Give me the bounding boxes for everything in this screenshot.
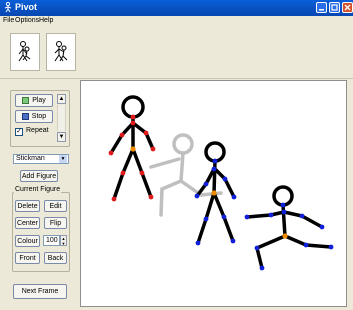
animation-canvas[interactable] bbox=[80, 80, 347, 307]
current-figure-label: Current Figure bbox=[14, 186, 62, 193]
edit-button[interactable]: Edit bbox=[44, 200, 67, 212]
dropdown-arrow-icon: ▼ bbox=[59, 155, 67, 163]
window-border bbox=[347, 80, 353, 310]
repeat-checkbox[interactable]: ✓ bbox=[15, 128, 23, 136]
stop-button[interactable]: Stop bbox=[15, 110, 53, 123]
minimize-icon bbox=[319, 9, 324, 11]
play-button[interactable]: Play bbox=[15, 94, 53, 107]
control-panel: Play Stop ✓ Repeat ▲ ▼ Stickman ▼ Add Fi… bbox=[0, 80, 78, 310]
window-title: Pivot bbox=[15, 2, 38, 12]
next-frame-button[interactable]: Next Frame bbox=[13, 284, 67, 299]
stop-label: Stop bbox=[31, 113, 47, 120]
menu-file[interactable]: File bbox=[3, 17, 14, 24]
frame-preview bbox=[18, 41, 31, 62]
speed-scroll-track[interactable] bbox=[57, 105, 66, 131]
colour-spinner[interactable]: ▲ ▼ bbox=[60, 235, 67, 246]
menu-help[interactable]: Help bbox=[39, 17, 53, 24]
close-button[interactable] bbox=[342, 2, 353, 13]
menu-bar: File Options Help bbox=[0, 16, 353, 28]
colour-button[interactable]: Colour bbox=[15, 235, 40, 247]
colour-value-input[interactable]: 100 bbox=[43, 235, 60, 246]
title-bar: Pivot bbox=[0, 0, 353, 16]
chevron-down-icon: ▼ bbox=[58, 134, 65, 140]
front-button[interactable]: Front bbox=[15, 252, 40, 264]
speed-scroll-up[interactable]: ▲ bbox=[57, 94, 66, 104]
frame-thumbnail[interactable] bbox=[10, 33, 40, 71]
frame-strip bbox=[0, 28, 353, 79]
speed-scroll-down[interactable]: ▼ bbox=[57, 132, 66, 142]
delete-button[interactable]: Delete bbox=[15, 200, 40, 212]
figure-type-select[interactable]: Stickman ▼ bbox=[13, 154, 69, 164]
chevron-up-icon: ▲ bbox=[58, 96, 65, 102]
flip-button[interactable]: Flip bbox=[44, 217, 67, 229]
play-icon bbox=[22, 97, 30, 104]
minimize-button[interactable] bbox=[316, 2, 327, 13]
menu-options[interactable]: Options bbox=[15, 17, 39, 24]
stop-icon bbox=[21, 113, 29, 120]
frame-thumbnail[interactable] bbox=[46, 33, 76, 71]
stickman-figure-red[interactable] bbox=[108, 95, 156, 202]
center-button[interactable]: Center bbox=[15, 217, 40, 229]
figure-type-value: Stickman bbox=[16, 155, 45, 162]
maximize-button[interactable] bbox=[329, 2, 340, 13]
maximize-icon bbox=[331, 4, 338, 11]
repeat-label: Repeat bbox=[26, 127, 49, 134]
back-button[interactable]: Back bbox=[44, 252, 67, 264]
spinner-icon: ▲ ▼ bbox=[61, 235, 66, 246]
stickman-app-icon bbox=[4, 2, 12, 13]
stage bbox=[108, 95, 334, 271]
play-label: Play bbox=[32, 97, 46, 104]
add-figure-button[interactable]: Add Figure bbox=[20, 170, 58, 182]
close-icon bbox=[344, 4, 351, 11]
stickman-figure-blue-running[interactable] bbox=[244, 185, 334, 271]
frame-preview bbox=[54, 41, 68, 62]
